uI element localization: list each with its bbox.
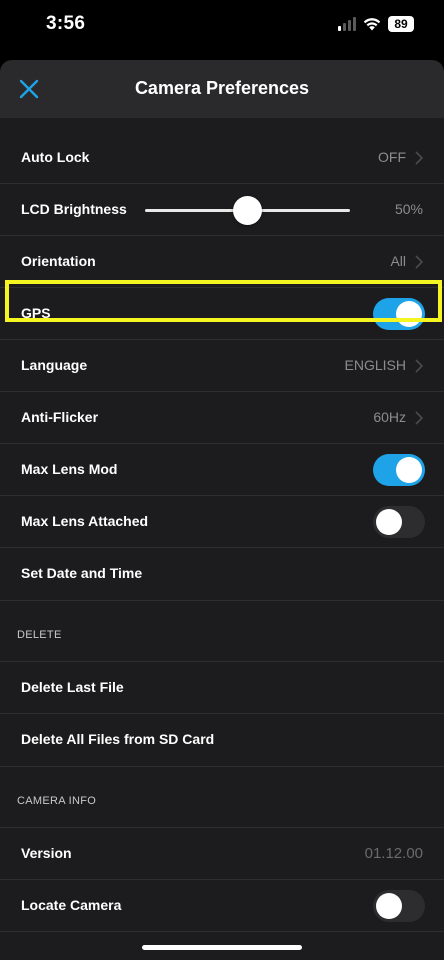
delete-all-files-row[interactable]: Delete All Files from SD Card: [0, 714, 444, 766]
sheet-header: Camera Preferences: [0, 60, 444, 118]
camera-info-section-label: CAMERA INFO: [17, 795, 97, 807]
anti-flicker-row[interactable]: Anti-Flicker 60Hz: [0, 392, 444, 444]
language-label: Language: [21, 357, 88, 373]
max-lens-attached-toggle[interactable]: [373, 506, 425, 538]
set-date-time-row[interactable]: Set Date and Time: [0, 548, 444, 600]
camera-info-section-header: CAMERA INFO: [0, 766, 444, 828]
chevron-right-icon: [415, 151, 424, 165]
toggle-knob: [396, 457, 422, 483]
chevron-right-icon: [415, 359, 424, 373]
anti-flicker-value: 60Hz: [373, 409, 406, 425]
battery-icon: 89: [388, 16, 414, 32]
language-value: ENGLISH: [344, 357, 406, 373]
version-value: 01.12.00: [364, 845, 423, 862]
wifi-icon: [363, 18, 381, 31]
slider-thumb[interactable]: [233, 196, 262, 225]
auto-lock-row[interactable]: Auto Lock OFF: [0, 132, 444, 184]
max-lens-mod-row: Max Lens Mod: [0, 444, 444, 496]
home-indicator: [142, 945, 302, 950]
max-lens-mod-toggle[interactable]: [373, 454, 425, 486]
status-time: 3:56: [46, 13, 86, 34]
delete-last-file-row[interactable]: Delete Last File: [0, 662, 444, 714]
locate-camera-label: Locate Camera: [21, 897, 122, 913]
version-row: Version 01.12.00: [0, 828, 444, 880]
max-lens-attached-label: Max Lens Attached: [21, 513, 149, 529]
anti-flicker-label: Anti-Flicker: [21, 409, 99, 425]
delete-section-header: DELETE: [0, 600, 444, 662]
status-icons: 89: [338, 16, 414, 32]
settings-list: Auto Lock OFF LCD Brightness 50% Orienta…: [0, 132, 444, 932]
delete-last-file-label: Delete Last File: [21, 679, 124, 695]
set-date-time-label: Set Date and Time: [21, 565, 143, 581]
version-label: Version: [21, 845, 72, 861]
lcd-brightness-row: LCD Brightness 50%: [0, 184, 444, 236]
language-row[interactable]: Language ENGLISH: [0, 340, 444, 392]
chevron-right-icon: [415, 255, 424, 269]
signal-icon: [338, 17, 356, 31]
lcd-brightness-value: 50%: [394, 201, 423, 217]
delete-section-label: DELETE: [17, 629, 62, 641]
orientation-label: Orientation: [21, 253, 96, 269]
max-lens-mod-label: Max Lens Mod: [21, 461, 118, 477]
locate-camera-row: Locate Camera: [0, 880, 444, 932]
orientation-value: All: [390, 253, 406, 269]
gps-highlight-box: [5, 280, 442, 322]
locate-camera-toggle[interactable]: [373, 890, 425, 922]
chevron-right-icon: [415, 411, 424, 425]
delete-all-files-label: Delete All Files from SD Card: [21, 731, 215, 747]
lcd-brightness-slider[interactable]: [145, 196, 350, 225]
auto-lock-label: Auto Lock: [21, 149, 90, 165]
max-lens-attached-row: Max Lens Attached: [0, 496, 444, 548]
auto-lock-value: OFF: [378, 149, 406, 165]
toggle-knob: [376, 509, 402, 535]
camera-preferences-sheet: Camera Preferences Auto Lock OFF LCD Bri…: [0, 60, 444, 960]
page-title: Camera Preferences: [134, 78, 310, 98]
toggle-knob: [376, 893, 402, 919]
status-bar: 3:56 89: [0, 0, 444, 56]
lcd-brightness-label: LCD Brightness: [21, 201, 127, 217]
